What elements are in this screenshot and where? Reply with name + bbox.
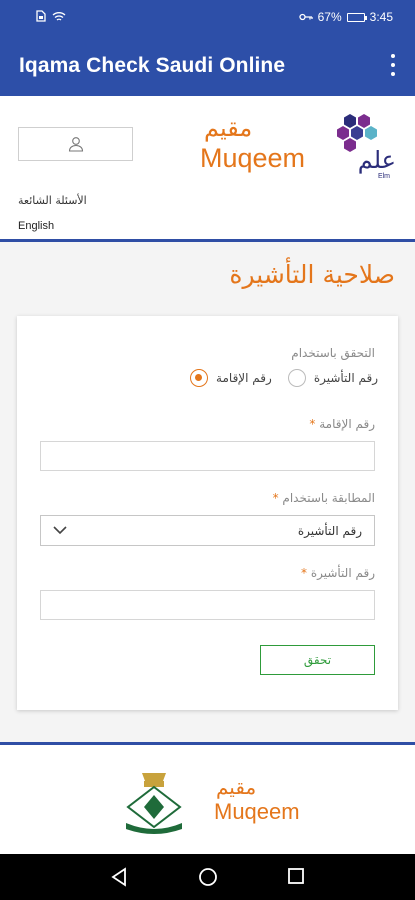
language-link[interactable]: English xyxy=(18,220,54,232)
match-by-selected-value: رقم التأشيرة xyxy=(297,524,362,538)
user-icon xyxy=(68,137,83,152)
login-button[interactable] xyxy=(18,127,133,161)
radio-iqama-circle[interactable] xyxy=(190,369,209,387)
visa-check-form: التحقق باستخدام رقم الإقامة رقم التأشيرة… xyxy=(17,316,398,710)
radio-visa-circle[interactable] xyxy=(287,369,306,387)
visa-number-input[interactable] xyxy=(40,590,375,620)
back-icon[interactable] xyxy=(110,867,128,887)
match-by-label: المطابقة باستخدام * xyxy=(272,491,375,505)
elm-logo: علم Elm xyxy=(337,114,396,180)
verify-button[interactable]: تحقق xyxy=(260,645,375,675)
recents-icon[interactable] xyxy=(287,867,305,885)
match-by-select[interactable]: رقم التأشيرة xyxy=(40,515,375,546)
muqeem-logo-en: Muqeem xyxy=(200,143,306,173)
status-bar: 67% 3:45 xyxy=(0,0,415,34)
chevron-down-icon xyxy=(53,526,67,535)
sim-card-icon xyxy=(36,10,46,22)
radio-iqama-number[interactable]: رقم الإقامة xyxy=(190,369,272,387)
overflow-menu-icon[interactable] xyxy=(389,54,397,76)
home-icon[interactable] xyxy=(198,867,218,887)
status-right: 67% 3:45 xyxy=(298,10,393,24)
elm-logo-en: Elm xyxy=(378,173,390,180)
verify-by-label: التحقق باستخدام xyxy=(291,346,375,360)
iqama-number-input[interactable] xyxy=(40,441,375,471)
radio-iqama-label: رقم الإقامة xyxy=(216,371,272,385)
key-icon xyxy=(298,13,313,21)
system-nav-bar xyxy=(0,854,415,900)
wifi-icon xyxy=(52,11,66,21)
footer-muqeem-logo: مقيم Muqeem xyxy=(214,775,300,825)
clock: 3:45 xyxy=(369,10,393,24)
radio-visa-label: رقم التأشيرة xyxy=(313,371,378,385)
footer-logo-ar: مقيم xyxy=(216,775,257,799)
site-header: الأسئلة الشائعة English مقيم Muqeem علم … xyxy=(0,96,415,242)
radio-visa-number[interactable]: رقم التأشيرة xyxy=(287,369,378,387)
page-title: صلاحية التأشيرة xyxy=(229,260,395,289)
muqeem-logo: مقيم Muqeem xyxy=(200,114,312,174)
footer-logo-en: Muqeem xyxy=(214,799,300,824)
visa-number-label: رقم التأشيرة * xyxy=(300,566,375,580)
app-title: Iqama Check Saudi Online xyxy=(19,54,286,77)
battery-icon xyxy=(346,12,367,22)
iqama-number-label: رقم الإقامة * xyxy=(309,417,375,431)
passport-emblem-icon xyxy=(126,773,182,834)
muqeem-logo-ar: مقيم xyxy=(204,114,253,142)
status-left-icons xyxy=(36,10,66,22)
elm-logo-ar: علم xyxy=(358,146,396,174)
site-footer: مقيم Muqeem xyxy=(0,742,415,854)
battery-percent: 67% xyxy=(317,10,342,24)
faq-link[interactable]: الأسئلة الشائعة xyxy=(18,194,87,207)
main-content: صلاحية التأشيرة التحقق باستخدام رقم الإق… xyxy=(0,242,415,742)
app-bar: Iqama Check Saudi Online xyxy=(0,34,415,96)
verify-by-radio-group: رقم الإقامة رقم التأشيرة xyxy=(190,369,378,387)
